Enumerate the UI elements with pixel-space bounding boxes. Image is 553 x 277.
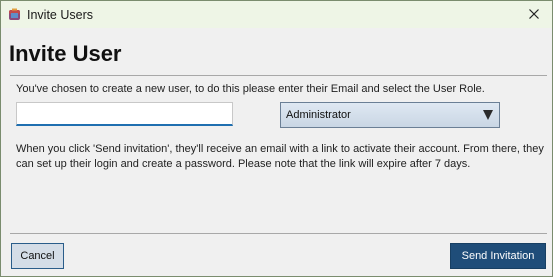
- invitation-info-text: When you click 'Send invitation', they'l…: [16, 143, 544, 170]
- footer-divider: [10, 233, 547, 234]
- header-divider: [10, 75, 547, 76]
- close-button[interactable]: [524, 4, 544, 24]
- close-icon: [529, 9, 539, 19]
- window-title: Invite Users: [27, 7, 93, 22]
- invite-users-window: Invite Users Invite User You've chosen t…: [0, 0, 553, 277]
- title-bar: Invite Users: [1, 1, 552, 28]
- page-title: Invite User: [9, 41, 122, 66]
- send-invitation-button[interactable]: Send Invitation: [450, 243, 546, 269]
- cancel-button[interactable]: Cancel: [11, 243, 64, 269]
- user-role-value: Administrator: [286, 109, 351, 121]
- intro-text: You've chosen to create a new user, to d…: [16, 83, 485, 95]
- app-icon: [8, 8, 21, 21]
- email-field[interactable]: [16, 102, 233, 126]
- chevron-down-icon: [483, 110, 493, 120]
- user-role-select[interactable]: Administrator: [280, 102, 500, 128]
